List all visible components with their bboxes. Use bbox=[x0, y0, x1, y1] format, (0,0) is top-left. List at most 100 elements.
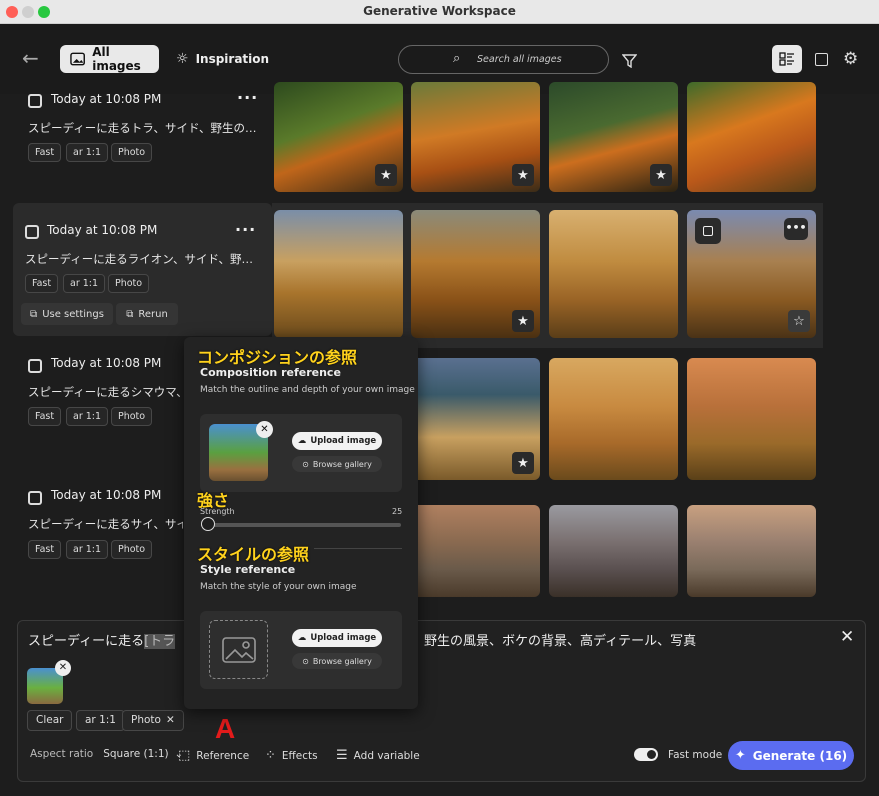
search-input[interactable]: ⌕ Search all images bbox=[398, 45, 609, 74]
star-outline-icon[interactable]: ☆ bbox=[788, 310, 810, 332]
tag-ar: ar 1:1 bbox=[63, 274, 106, 293]
upload-cloud-icon: ☁ bbox=[297, 633, 307, 643]
prompt-text-start: スピーディーに走る bbox=[28, 634, 145, 649]
star-icon[interactable]: ★ bbox=[375, 164, 397, 186]
gear-icon[interactable]: ⚙ bbox=[843, 49, 858, 69]
strength-slider-thumb[interactable] bbox=[201, 517, 215, 531]
composition-description: Match the outline and depth of your own … bbox=[200, 385, 415, 395]
reference-thumbnail[interactable]: ✕ bbox=[27, 660, 71, 704]
image-tile[interactable] bbox=[549, 505, 678, 597]
star-icon[interactable]: ★ bbox=[512, 164, 534, 186]
close-icon[interactable]: ✕ bbox=[840, 627, 854, 647]
grid-view-icon[interactable] bbox=[815, 53, 828, 66]
remove-reference-icon[interactable]: ✕ bbox=[55, 660, 71, 676]
prompt-bar: スピーディーに走る[トラ 野生の風景、ボケの背景、高ディテール、写真 ✕ ✕ C… bbox=[17, 620, 866, 782]
upload-image-label: Upload image bbox=[310, 436, 377, 446]
composition-jp-annotation: コンポジションの参照 bbox=[197, 348, 358, 367]
prompt-checkbox[interactable] bbox=[25, 225, 39, 239]
tag-photo-label: Photo bbox=[131, 714, 161, 726]
image-tile[interactable] bbox=[687, 505, 816, 597]
filter-icon[interactable] bbox=[622, 54, 637, 68]
prompt-time: Today at 10:08 PM bbox=[51, 356, 162, 370]
copy-settings-icon: ⧉ bbox=[30, 308, 38, 320]
generate-button[interactable]: ✦ Generate (16) bbox=[728, 741, 854, 770]
image-tile[interactable] bbox=[411, 505, 540, 597]
prompt-text: スピーディーに走るトラ、サイド、野生の… bbox=[28, 121, 257, 135]
prompt-text: スピーディーに走るライオン、サイド、野… bbox=[25, 252, 254, 266]
tag-ar: ar 1:1 bbox=[76, 710, 125, 731]
marker-a: A bbox=[215, 713, 236, 744]
prompt-checkbox[interactable] bbox=[28, 94, 42, 108]
composition-title: Composition reference bbox=[200, 366, 341, 379]
inspiration-label: Inspiration bbox=[195, 52, 270, 66]
all-images-button[interactable]: All images bbox=[60, 45, 159, 73]
image-tile[interactable]: ★ bbox=[549, 82, 678, 192]
strength-value: 25 bbox=[392, 507, 403, 516]
effects-icon: ⁘ bbox=[265, 748, 276, 763]
prompt-checkbox[interactable] bbox=[28, 359, 42, 373]
lightbulb-icon: ☼ bbox=[176, 51, 189, 67]
effects-button[interactable]: ⁘ Effects bbox=[265, 748, 318, 763]
composition-reference-image[interactable]: ✕ bbox=[209, 421, 273, 481]
image-tile[interactable]: ••• ☆ bbox=[687, 210, 816, 338]
binoculars-icon: ⊙ bbox=[302, 656, 309, 666]
prompt-time: Today at 10:08 PM bbox=[51, 92, 162, 106]
more-options-icon[interactable]: ··· bbox=[237, 88, 258, 107]
tag-ar: ar 1:1 bbox=[66, 143, 109, 162]
prompt-time: Today at 10:08 PM bbox=[51, 488, 162, 502]
prompt-card-2[interactable]: Today at 10:08 PM ··· スピーディーに走るライオン、サイド、… bbox=[13, 203, 272, 336]
more-options-icon[interactable]: ••• bbox=[784, 218, 808, 240]
star-icon[interactable]: ★ bbox=[650, 164, 672, 186]
prompt-text: スピーディーに走るサイ、サイ bbox=[28, 517, 183, 531]
tag-fast: Fast bbox=[28, 143, 62, 162]
use-settings-button[interactable]: ⧉ Use settings bbox=[21, 303, 113, 325]
image-tile[interactable]: ★ bbox=[411, 82, 540, 192]
image-tile[interactable] bbox=[549, 358, 678, 480]
image-tile[interactable] bbox=[274, 210, 403, 338]
add-variable-button[interactable]: ☰ Add variable bbox=[336, 748, 420, 763]
rerun-label: Rerun bbox=[138, 308, 168, 320]
image-tile[interactable] bbox=[687, 358, 816, 480]
tag-fast: Fast bbox=[28, 407, 62, 426]
upload-image-button[interactable]: ☁ Upload image bbox=[292, 629, 382, 647]
rerun-icon: ⧉ bbox=[126, 308, 134, 320]
image-tile[interactable] bbox=[687, 82, 816, 192]
remove-tag-icon[interactable]: ✕ bbox=[166, 715, 175, 726]
browse-gallery-label: Browse gallery bbox=[312, 459, 372, 469]
select-checkbox[interactable] bbox=[695, 218, 721, 244]
image-tile[interactable] bbox=[549, 210, 678, 338]
reference-button[interactable]: ⬚ Reference bbox=[178, 748, 249, 763]
browse-gallery-button[interactable]: ⊙ Browse gallery bbox=[292, 653, 382, 669]
more-options-icon[interactable]: ··· bbox=[235, 220, 256, 239]
star-icon[interactable]: ★ bbox=[512, 310, 534, 332]
star-icon[interactable]: ★ bbox=[512, 452, 534, 474]
image-tile[interactable]: ★ bbox=[411, 358, 540, 480]
tag-ar: ar 1:1 bbox=[66, 407, 109, 426]
fast-mode-label: Fast mode bbox=[668, 748, 723, 761]
binoculars-icon: ⊙ bbox=[302, 459, 309, 469]
prompt-checkbox[interactable] bbox=[28, 491, 42, 505]
rerun-button[interactable]: ⧉ Rerun bbox=[116, 303, 178, 325]
toggle-switch[interactable] bbox=[634, 748, 658, 761]
app-window: Generative Workspace ← All images ☼ Insp… bbox=[0, 0, 879, 796]
list-view-button[interactable] bbox=[772, 45, 802, 73]
image-tile[interactable]: ★ bbox=[411, 210, 540, 338]
tag-fast: Fast bbox=[25, 274, 59, 293]
reference-icon: ⬚ bbox=[178, 748, 191, 763]
clear-button[interactable]: Clear bbox=[27, 710, 73, 731]
fast-mode-toggle[interactable]: Fast mode bbox=[634, 748, 722, 761]
list-icon: ☰ bbox=[336, 748, 348, 763]
remove-image-icon[interactable]: ✕ bbox=[256, 421, 273, 438]
image-tile[interactable]: ★ bbox=[274, 82, 403, 192]
upload-image-button[interactable]: ☁ Upload image bbox=[292, 432, 382, 450]
inspiration-button[interactable]: ☼ Inspiration bbox=[176, 45, 269, 73]
tag-photo: Photo bbox=[111, 540, 153, 559]
tag-photo: Photo bbox=[111, 143, 153, 162]
browse-gallery-button[interactable]: ⊙ Browse gallery bbox=[292, 456, 382, 472]
upload-cloud-icon: ☁ bbox=[297, 436, 307, 446]
image-placeholder-icon[interactable] bbox=[209, 620, 268, 679]
strength-slider[interactable] bbox=[201, 517, 401, 531]
prompt-time: Today at 10:08 PM bbox=[47, 223, 158, 237]
aspect-ratio-control[interactable]: Aspect ratio Square (1:1) ⌄ bbox=[30, 748, 183, 760]
back-arrow-icon[interactable]: ← bbox=[22, 46, 39, 70]
